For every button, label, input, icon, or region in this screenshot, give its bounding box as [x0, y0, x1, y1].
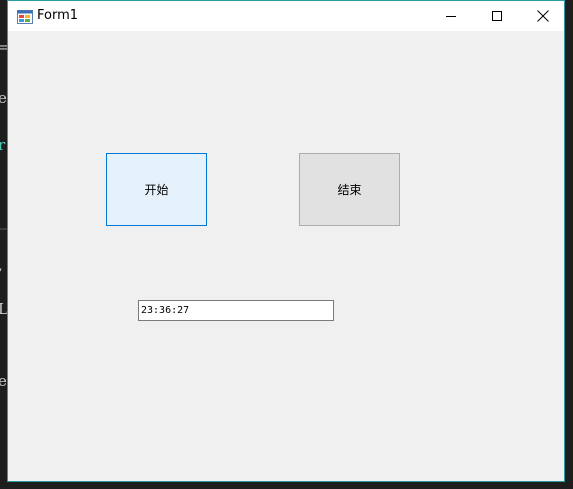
maximize-button[interactable]: [474, 1, 520, 31]
background-code-fragment: e: [0, 89, 7, 107]
maximize-icon: [491, 7, 503, 26]
close-icon: [537, 7, 549, 26]
background-code-fragment: r: [0, 136, 6, 154]
time-textbox[interactable]: [138, 300, 334, 321]
end-button[interactable]: 结束: [299, 153, 400, 226]
winforms-app-icon: [17, 9, 33, 24]
end-button-label: 结束: [337, 183, 362, 197]
background-code-fragment: ,: [0, 256, 3, 274]
start-button[interactable]: 开始: [106, 153, 207, 226]
background-code-fragment: e: [0, 372, 7, 390]
close-button[interactable]: [520, 1, 566, 31]
start-button-label: 开始: [144, 183, 169, 197]
window-title: Form1: [37, 8, 79, 23]
form-window: Form1 开始 结束: [7, 0, 565, 482]
title-bar[interactable]: Form1: [8, 1, 564, 31]
minimize-icon: [445, 7, 457, 26]
minimize-button[interactable]: [428, 1, 474, 31]
